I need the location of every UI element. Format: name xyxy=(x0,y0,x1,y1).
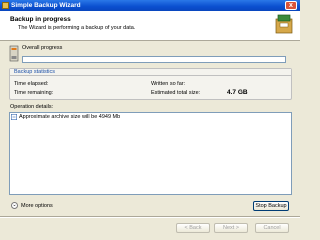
next-button[interactable]: Next > xyxy=(214,223,248,233)
operation-details-list[interactable] xyxy=(9,112,292,195)
info-icon xyxy=(11,114,17,120)
operation-details-label: Operation details: xyxy=(10,104,54,110)
list-item: Approximate archive size will be 4949 Mb xyxy=(19,114,121,120)
statistics-heading: Backup statistics xyxy=(10,69,291,76)
estimated-label: Estimated total size: xyxy=(151,90,201,96)
back-button[interactable]: < Back xyxy=(176,223,210,233)
written-label: Written so far: xyxy=(151,81,186,87)
backup-box-icon xyxy=(275,14,293,34)
time-remaining-label: Time remaining: xyxy=(14,90,54,96)
app-icon xyxy=(2,2,9,9)
drive-icon xyxy=(9,45,19,62)
more-options-link[interactable]: More options xyxy=(21,203,53,209)
estimated-value: 4.7 GB xyxy=(227,89,248,96)
cancel-button[interactable]: Cancel xyxy=(255,223,289,233)
stop-backup-button[interactable]: Stop Backup xyxy=(253,201,289,211)
overall-progress-bar xyxy=(22,56,286,63)
time-elapsed-label: Time elapsed: xyxy=(14,81,49,87)
close-button[interactable]: x xyxy=(285,1,297,10)
chevron-down-icon[interactable]: ⌄ xyxy=(11,202,18,209)
progress-label: Overall progress xyxy=(22,45,63,51)
window-title: Simple Backup Wizard xyxy=(11,2,81,9)
footer-divider xyxy=(0,216,300,218)
page-title: Backup in progress xyxy=(10,16,71,23)
page-subtitle: The Wizard is performing a backup of you… xyxy=(18,25,136,31)
